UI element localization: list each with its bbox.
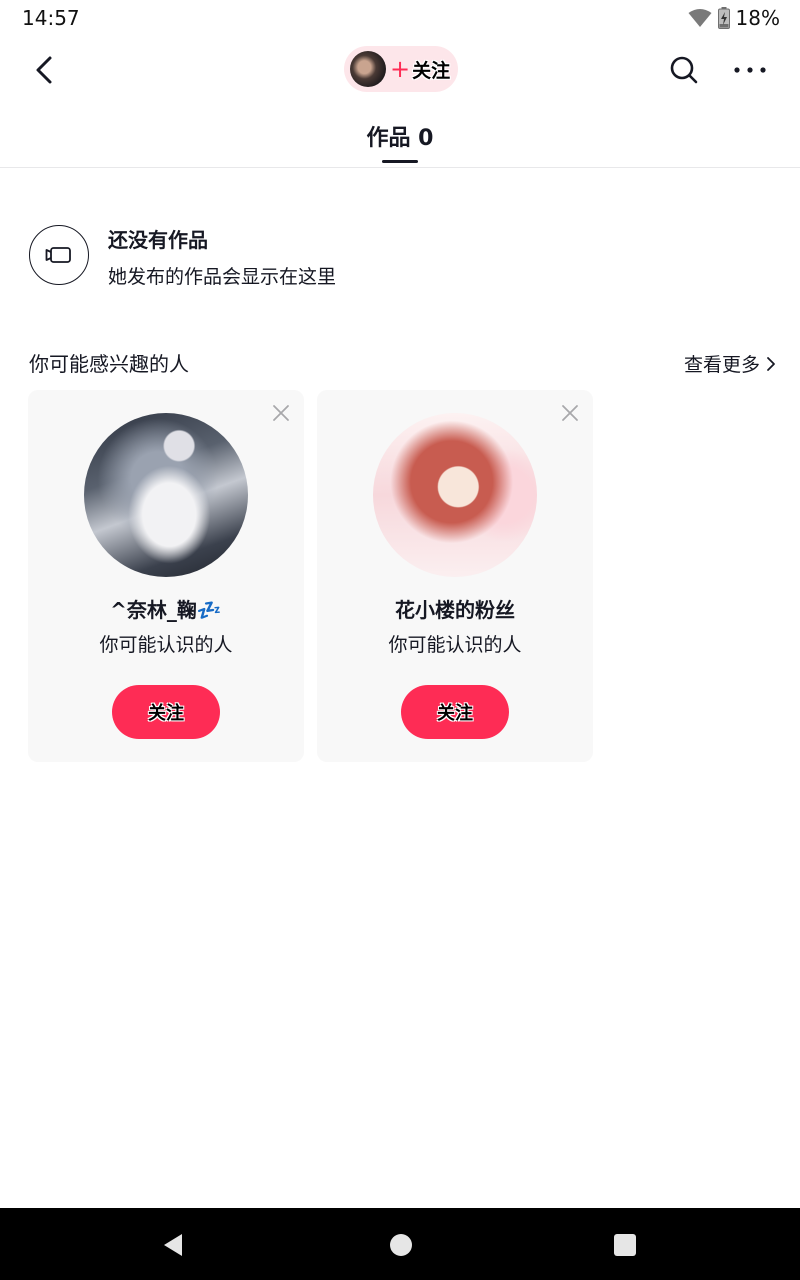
search-button[interactable] [666,52,702,88]
plus-icon: + [390,55,411,83]
more-dots-icon [734,67,766,73]
status-icons: 18% [688,6,780,30]
close-icon [562,405,578,421]
empty-state-icon-circle [29,225,89,285]
close-icon [273,405,289,421]
nav-home-icon[interactable] [390,1234,412,1256]
suggested-user-name[interactable]: ^奈林_鞠💤 [28,594,304,623]
battery-percent: 18% [735,6,780,30]
tab-indicator [382,160,418,163]
follow-label: 关注 [412,59,451,82]
follow-button-label: 关注 [148,703,184,724]
status-bar: 14:57 18% [0,0,800,36]
search-icon [670,56,698,84]
empty-state-title: 还没有作品 [108,228,208,252]
suggestion-card[interactable]: ^奈林_鞠💤 你可能认识的人 关注 [28,390,304,762]
chevron-right-icon [767,356,775,371]
suggestions-title: 你可能感兴趣的人 [29,352,189,376]
nav-back-icon [164,1234,182,1256]
suggested-user-reason: 你可能认识的人 [388,634,522,656]
wifi-icon [688,8,712,28]
avatar[interactable] [84,413,248,577]
dismiss-button[interactable] [272,404,290,422]
more-button[interactable] [730,52,770,88]
see-more-label: 查看更多 [683,354,760,376]
tab-bar: 作品 0 [0,110,800,168]
dismiss-button[interactable] [561,404,579,422]
suggestion-card[interactable]: 花小楼的粉丝 你可能认识的人 关注 [317,390,593,762]
status-time: 14:57 [22,6,80,30]
avatar [350,51,386,87]
top-nav: + 关注 [0,40,800,96]
back-button[interactable] [28,52,64,88]
profile-follow-pill[interactable]: + 关注 [344,46,458,92]
battery-charging-icon [717,7,730,29]
avatar[interactable] [373,413,537,577]
system-nav-bar [0,1208,800,1280]
follow-button[interactable]: 关注 [112,685,220,739]
suggested-user-reason: 你可能认识的人 [99,634,233,656]
follow-button-label: 关注 [437,703,473,724]
tab-works[interactable]: 作品 0 [340,120,460,152]
nav-recents-icon[interactable] [614,1234,636,1256]
empty-state-subtitle: 她发布的作品会显示在这里 [108,266,337,288]
nav-back-button[interactable] [160,1232,186,1258]
follow-button[interactable]: 关注 [401,685,509,739]
back-arrow-icon [36,56,52,84]
see-more-link[interactable]: 查看更多 [684,350,776,377]
suggested-user-name[interactable]: 花小楼的粉丝 [317,594,593,623]
video-camera-icon [45,247,71,263]
